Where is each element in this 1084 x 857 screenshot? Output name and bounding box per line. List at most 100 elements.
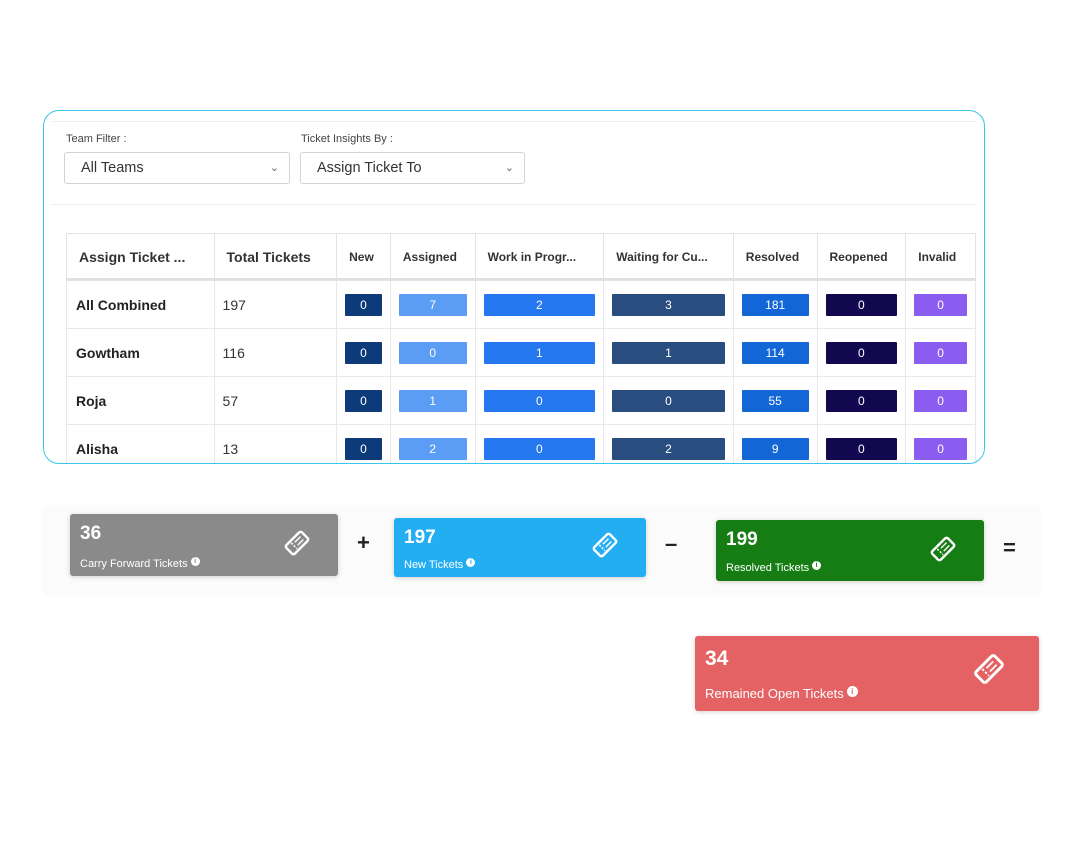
info-icon[interactable]: i	[812, 561, 822, 570]
column-header[interactable]: Assigned	[389, 233, 476, 281]
new-tickets-tile: 197 New Tickets i	[394, 518, 646, 577]
status-cell: 0	[905, 424, 976, 463]
ticket-icon	[284, 530, 310, 556]
status-cell: 114	[732, 328, 818, 377]
assignee-name: All Combined	[66, 280, 215, 329]
resolved-tickets-label: Resolved Tickets i	[726, 561, 822, 574]
status-cell: 2	[474, 280, 605, 329]
table-row[interactable]: All Combined 197 0 7 2 3 181 0 0	[66, 280, 976, 329]
column-header[interactable]: New	[336, 233, 391, 281]
status-count-chip[interactable]: 0	[825, 437, 898, 460]
carry-forward-label: Carry Forward Tickets i	[80, 557, 200, 570]
column-header[interactable]: Assign Ticket ...	[66, 233, 215, 281]
column-header[interactable]: Work in Progr...	[474, 233, 605, 281]
status-cell: 0	[389, 328, 476, 377]
total-tickets: 57	[213, 376, 338, 425]
status-cell: 0	[816, 280, 907, 329]
ticket-insights-card: Team Filter : All Teams ⌄ Ticket Insight…	[43, 110, 985, 464]
status-count-chip[interactable]: 181	[741, 293, 809, 316]
status-count-chip[interactable]: 1	[398, 389, 467, 412]
table-row[interactable]: Roja 57 0 1 0 0 55 0 0	[66, 376, 976, 425]
status-count-chip[interactable]: 3	[612, 293, 725, 316]
table-header-row: Assign Ticket ... Total Tickets New Assi…	[66, 233, 976, 281]
status-count-chip[interactable]: 2	[483, 293, 596, 316]
card-body: Team Filter : All Teams ⌄ Ticket Insight…	[52, 121, 976, 463]
status-cell: 0	[905, 328, 976, 377]
status-cell: 0	[816, 328, 907, 377]
column-header[interactable]: Invalid	[905, 233, 976, 281]
new-tickets-label: New Tickets i	[404, 558, 476, 571]
carry-forward-tile: 36 Carry Forward Tickets i	[70, 514, 338, 576]
status-count-chip[interactable]: 0	[345, 437, 382, 460]
status-cell: 0	[905, 280, 976, 329]
status-cell: 0	[816, 424, 907, 463]
status-cell: 0	[474, 376, 605, 425]
status-cell: 0	[336, 424, 391, 463]
status-count-chip[interactable]: 0	[914, 293, 967, 316]
total-tickets: 116	[213, 328, 338, 377]
ticket-icon	[974, 654, 1004, 684]
info-icon[interactable]: i	[190, 557, 200, 566]
ticket-insights-label: Ticket Insights By :	[301, 133, 393, 145]
status-cell: 3	[603, 280, 734, 329]
status-count-chip[interactable]: 0	[345, 389, 382, 412]
status-count-chip[interactable]: 0	[914, 341, 967, 364]
status-count-chip[interactable]: 0	[914, 389, 967, 412]
status-count-chip[interactable]: 2	[398, 437, 467, 460]
minus-operator: –	[665, 531, 678, 556]
team-filter-select[interactable]: All Teams ⌄	[64, 152, 290, 184]
status-count-chip[interactable]: 0	[345, 293, 382, 316]
status-cell: 1	[474, 328, 605, 377]
status-count-chip[interactable]: 1	[612, 341, 725, 364]
table-row[interactable]: Alisha 13 0 2 0 2 9 0 0	[66, 424, 976, 463]
plus-operator: +	[357, 530, 370, 555]
column-header[interactable]: Reopened	[816, 233, 907, 281]
carry-forward-count: 36	[80, 523, 102, 544]
status-cell: 7	[389, 280, 476, 329]
status-cell: 0	[474, 424, 605, 463]
info-icon[interactable]: i	[846, 686, 858, 697]
column-header[interactable]: Resolved	[732, 233, 818, 281]
status-count-chip[interactable]: 0	[483, 437, 596, 460]
status-cell: 181	[732, 280, 818, 329]
status-count-chip[interactable]: 1	[483, 341, 596, 364]
team-filter-value: All Teams	[81, 160, 144, 176]
remained-open-label: Remained Open Tickets i	[705, 686, 858, 701]
resolved-tickets-tile: 199 Resolved Tickets i	[716, 520, 984, 581]
status-cell: 0	[336, 328, 391, 377]
status-count-chip[interactable]: 0	[825, 293, 898, 316]
status-cell: 9	[732, 424, 818, 463]
info-icon[interactable]: i	[466, 558, 476, 567]
status-count-chip[interactable]: 7	[398, 293, 467, 316]
column-header[interactable]: Total Tickets	[213, 233, 338, 281]
status-cell: 2	[603, 424, 734, 463]
status-count-chip[interactable]: 0	[825, 389, 898, 412]
assignee-name: Roja	[66, 376, 215, 425]
status-count-chip[interactable]: 0	[825, 341, 898, 364]
status-count-chip[interactable]: 0	[345, 341, 382, 364]
status-cell: 0	[603, 376, 734, 425]
status-cell: 55	[732, 376, 818, 425]
table-row[interactable]: Gowtham 116 0 0 1 1 114 0 0	[66, 328, 976, 377]
status-count-chip[interactable]: 55	[741, 389, 809, 412]
status-count-chip[interactable]: 114	[741, 341, 809, 364]
carry-forward-label-text: Carry Forward Tickets	[80, 558, 188, 570]
ticket-insights-value: Assign Ticket To	[317, 160, 422, 176]
status-cell: 0	[905, 376, 976, 425]
chevron-down-icon: ⌄	[504, 162, 514, 174]
status-count-chip[interactable]: 9	[741, 437, 809, 460]
filter-bar: Team Filter : All Teams ⌄ Ticket Insight…	[52, 122, 976, 205]
total-tickets: 197	[213, 280, 338, 329]
resolved-tickets-label-text: Resolved Tickets	[726, 562, 810, 574]
column-header[interactable]: Waiting for Cu...	[603, 233, 734, 281]
status-count-chip[interactable]: 2	[612, 437, 725, 460]
ticket-insights-select[interactable]: Assign Ticket To ⌄	[300, 152, 525, 184]
status-count-chip[interactable]: 0	[483, 389, 596, 412]
equals-operator: =	[1003, 535, 1016, 560]
new-tickets-label-text: New Tickets	[404, 559, 464, 571]
status-cell: 2	[389, 424, 476, 463]
new-tickets-count: 197	[404, 527, 436, 548]
status-count-chip[interactable]: 0	[914, 437, 967, 460]
status-count-chip[interactable]: 0	[398, 341, 467, 364]
status-count-chip[interactable]: 0	[612, 389, 725, 412]
